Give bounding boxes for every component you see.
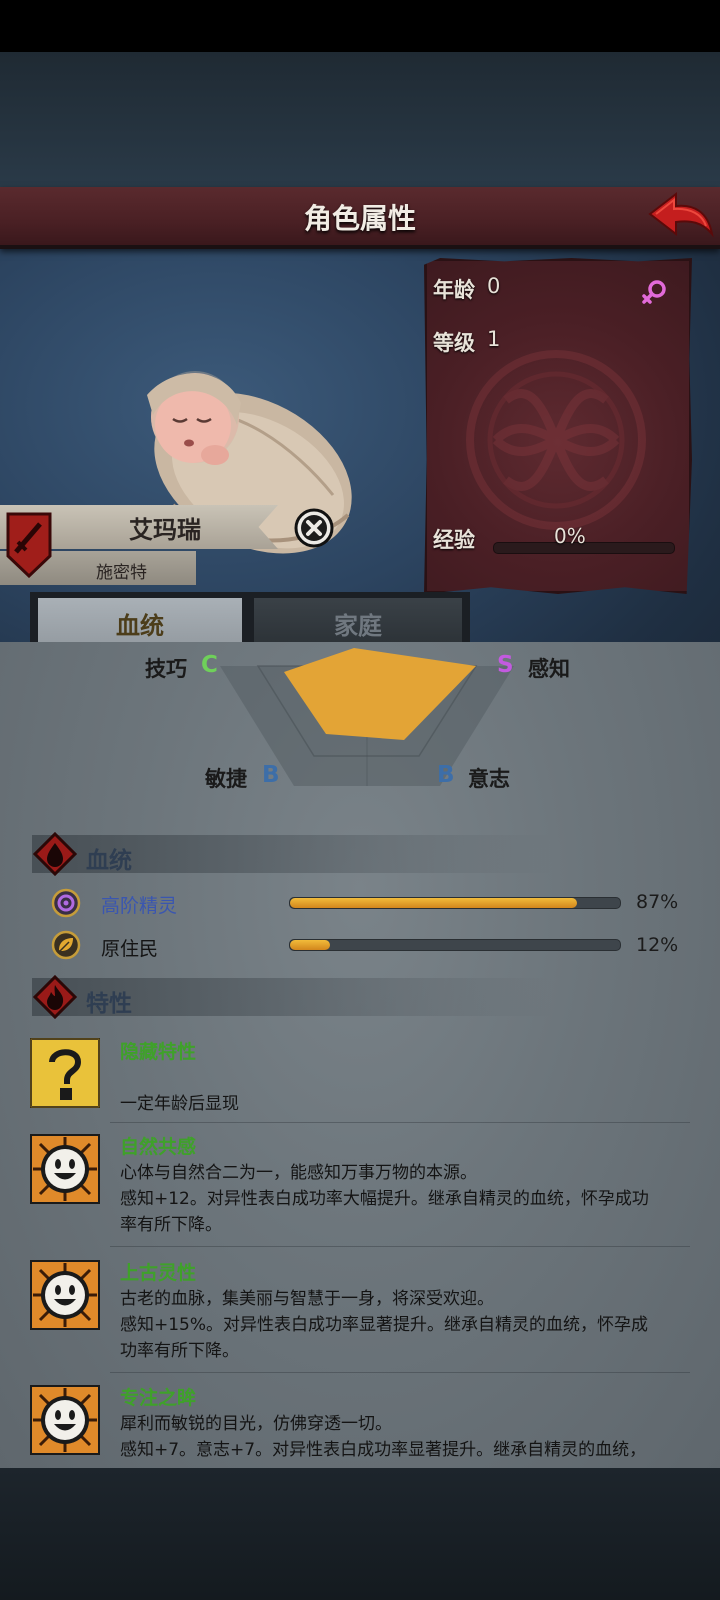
lineage-percent-high-elf: 87%: [636, 891, 679, 913]
exp-label: 经验: [433, 528, 475, 552]
stat-perception-grade: S: [497, 652, 514, 678]
trait-desc-nature-2: 感知+12。对异性表白成功率大幅提升。继承自精灵的血统，怀孕成功: [120, 1189, 649, 1209]
trait-desc-hidden-2: 一定年龄后显现: [120, 1094, 239, 1114]
trait-desc-nature-1: 心体与自然合二为一，能感知万事万物的本源。: [120, 1163, 477, 1183]
trait-name-hidden: 隐藏特性: [120, 1041, 197, 1063]
tab-family[interactable]: 家庭: [254, 598, 462, 642]
tab-lineage-label: 血统: [116, 612, 164, 640]
purple-swirl-icon: [51, 888, 81, 918]
bottom-overlay: [0, 1468, 720, 1600]
trait-desc-focus-1: 犀利而敏锐的目光，仿佛穿透一切。: [120, 1414, 392, 1434]
smiley-sun-icon: [30, 1260, 100, 1330]
age-value: 0: [487, 274, 501, 298]
trait-desc-ancient-2: 感知+15%。对异性表白成功率显著提升。继承自精灵的血统，怀孕成: [120, 1315, 649, 1335]
stat-skill-name: 技巧: [145, 657, 187, 681]
blood-drop-icon: [33, 832, 77, 876]
leaf-icon: [51, 930, 81, 960]
close-icon[interactable]: [294, 508, 334, 548]
trait-desc-ancient-1: 古老的血脉，集美丽与智慧于一身，将深受欢迎。: [120, 1289, 494, 1309]
trait-name-focus: 专注之眸: [120, 1387, 197, 1409]
tab-lineage[interactable]: 血统: [38, 598, 242, 646]
stat-will-grade: B: [437, 762, 455, 788]
stat-will-name: 意志: [468, 767, 510, 791]
stat-agility-grade: B: [262, 762, 280, 788]
tab-family-label: 家庭: [334, 612, 382, 640]
trait-name-nature: 自然共感: [120, 1136, 197, 1158]
sword-shield-icon: [6, 512, 52, 578]
age-label: 年龄: [433, 278, 475, 302]
exp-value: 0%: [554, 524, 586, 548]
trait-name-ancient: 上古灵性: [120, 1262, 197, 1284]
page-title: 角色属性: [303, 202, 416, 235]
title-bar: 角色属性: [0, 187, 720, 249]
lineage-fill-high-elf: [290, 898, 578, 908]
fire-icon: [33, 975, 77, 1019]
traits-section-title: 特性: [86, 991, 132, 1017]
lineage-bar-native: [289, 939, 621, 951]
stat-perception-name: 感知: [528, 657, 570, 681]
smiley-sun-icon: [30, 1134, 100, 1204]
lineage-bar-high-elf: [289, 897, 621, 909]
level-value: 1: [487, 327, 501, 351]
trait-divider: [110, 1372, 690, 1373]
lineage-section-title: 血统: [86, 848, 132, 874]
trait-divider: [110, 1122, 690, 1123]
back-arrow-icon[interactable]: [646, 190, 714, 242]
top-backdrop: [0, 52, 720, 187]
trait-desc-focus-2: 感知+7。意志+7。对异性表白成功率显著提升。继承自精灵的血统，: [120, 1440, 647, 1460]
lineage-name-native: 原住民: [101, 938, 159, 960]
character-surname: 施密特: [96, 563, 147, 583]
smiley-sun-icon: [30, 1385, 100, 1455]
status-bar: [0, 0, 720, 52]
trait-desc-nature-3: 率有所下降。: [120, 1215, 222, 1235]
lineage-percent-native: 12%: [636, 934, 679, 956]
lineage-fill-native: [290, 940, 330, 950]
celtic-knot-emblem: [466, 350, 646, 530]
level-label: 等级: [433, 331, 475, 355]
stat-agility-name: 敏捷: [205, 767, 247, 791]
stat-skill-grade: C: [201, 652, 218, 678]
question-mark-icon: [30, 1038, 100, 1108]
character-name: 艾玛瑞: [129, 516, 201, 544]
female-icon: [642, 280, 666, 304]
trait-desc-ancient-3: 功率有所下降。: [120, 1341, 239, 1361]
trait-divider: [110, 1246, 690, 1247]
lineage-name-high-elf: 高阶精灵: [101, 895, 178, 917]
